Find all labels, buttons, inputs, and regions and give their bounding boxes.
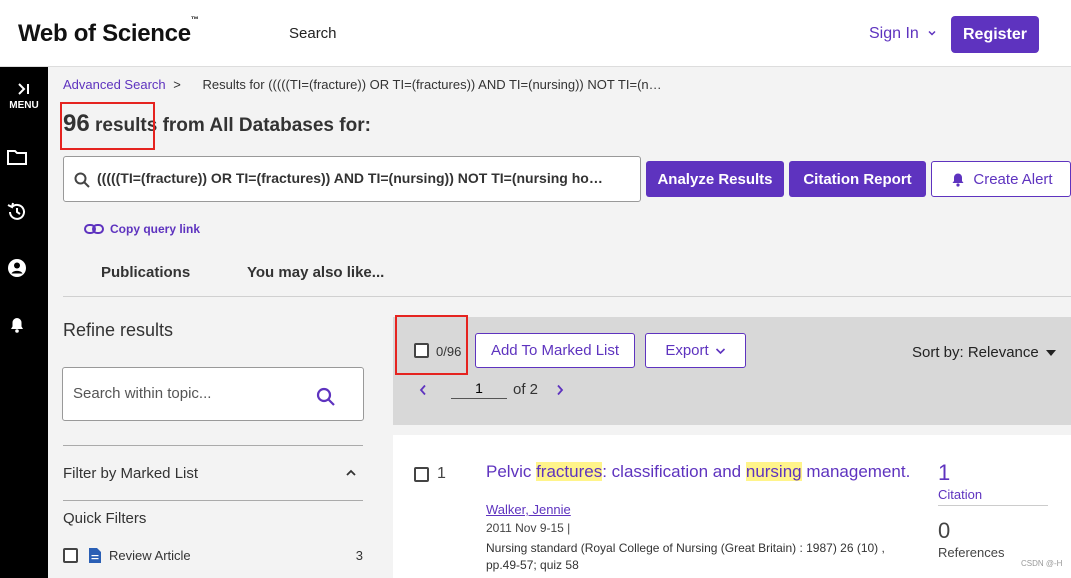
citation-report-button[interactable]: Citation Report	[789, 161, 926, 197]
breadcrumb-advanced-search[interactable]: Advanced Search	[63, 77, 166, 92]
title-part: : classification and	[602, 462, 746, 481]
caret-down-icon	[1045, 349, 1056, 356]
review-article-checkbox[interactable]	[63, 548, 78, 563]
chevron-down-icon	[715, 347, 725, 354]
page-of-total: of 2	[513, 381, 539, 398]
citation-label[interactable]: Citation	[938, 487, 1048, 506]
chevron-down-icon	[928, 30, 936, 36]
refine-divider-2	[63, 500, 363, 501]
title-part: management.	[801, 462, 911, 481]
folder-icon[interactable]	[6, 146, 28, 168]
annotation-box-selection	[395, 315, 468, 375]
previous-page-icon[interactable]	[419, 384, 427, 396]
watermark: CSDN @-H	[1021, 559, 1063, 568]
logo-trademark: ™	[190, 15, 199, 24]
bell-icon[interactable]	[6, 313, 28, 335]
sort-by-label: Sort by: Relevance	[912, 344, 1039, 361]
history-icon[interactable]	[6, 201, 28, 223]
quick-filters-title: Quick Filters	[63, 510, 147, 527]
analyze-results-button[interactable]: Analyze Results	[646, 161, 784, 197]
logo-text: Web of Science	[18, 20, 191, 47]
top-header: Web of Science™ Search Sign In Register	[0, 0, 1071, 67]
next-page-icon[interactable]	[556, 384, 564, 396]
side-navigation: MENU	[0, 67, 48, 578]
copy-query-link[interactable]: Copy query link	[84, 222, 200, 236]
record-author[interactable]: Walker, Jennie	[486, 502, 571, 517]
title-highlight: nursing	[745, 462, 802, 481]
link-icon	[84, 224, 104, 234]
result-record: 1 Pelvic fractures: classification and n…	[393, 435, 1071, 578]
expand-menu-icon	[18, 83, 29, 95]
search-icon[interactable]	[316, 387, 336, 407]
page-number-input[interactable]	[451, 380, 507, 399]
breadcrumb-current: Results for (((((TI=(fracture)) OR TI=(f…	[202, 77, 662, 92]
export-button[interactable]: Export	[645, 333, 746, 368]
annotation-box-results	[60, 102, 155, 150]
results-toolbar: 0/96 Add To Marked List Export Sort by: …	[393, 317, 1071, 425]
breadcrumb-separator: >	[173, 77, 181, 92]
search-within-topic	[62, 367, 364, 421]
register-button[interactable]: Register	[951, 16, 1039, 53]
tab-publications[interactable]: Publications	[101, 264, 190, 281]
review-article-count: 3	[355, 548, 363, 563]
menu-button[interactable]: MENU	[0, 83, 48, 112]
chevron-up-icon[interactable]	[345, 468, 357, 478]
sort-by-dropdown[interactable]: Sort by: Relevance	[912, 344, 1057, 361]
record-title[interactable]: Pelvic fractures: classification and nur…	[486, 462, 910, 482]
copy-query-link-label: Copy query link	[110, 222, 201, 236]
record-source: Nursing standard (Royal College of Nursi…	[486, 541, 885, 572]
account-icon[interactable]	[6, 257, 28, 279]
results-suffix: from All Databases for:	[162, 115, 371, 136]
nav-search-link[interactable]: Search	[289, 25, 337, 42]
export-label: Export	[665, 342, 709, 359]
menu-label: MENU	[9, 100, 39, 111]
record-number: 1	[437, 465, 446, 482]
query-text: (((((TI=(fracture)) OR TI=(fractures)) A…	[97, 170, 609, 186]
create-alert-label: Create Alert	[973, 170, 1053, 188]
bell-icon	[952, 173, 964, 187]
web-of-science-logo[interactable]: Web of Science™	[18, 15, 199, 48]
document-icon	[89, 548, 101, 563]
record-checkbox[interactable]	[414, 467, 429, 482]
query-box[interactable]: (((((TI=(fracture)) OR TI=(fractures)) A…	[63, 156, 641, 202]
sign-in-menu[interactable]: Sign In	[869, 25, 937, 43]
quick-filter-review-article[interactable]: Review Article 3	[63, 548, 363, 563]
references-count: 0	[938, 518, 951, 543]
filter-by-marked-list[interactable]: Filter by Marked List	[63, 465, 198, 482]
tabs-divider	[63, 296, 1071, 297]
review-article-label: Review Article	[109, 548, 191, 563]
breadcrumb: Advanced Search > Results for (((((TI=(f…	[63, 77, 662, 92]
refine-divider	[63, 445, 363, 446]
sign-in-label: Sign In	[869, 25, 919, 42]
tab-you-may-also-like[interactable]: You may also like...	[247, 264, 384, 281]
refine-results-title: Refine results	[63, 320, 174, 340]
record-date: 2011 Nov 9-15 |	[486, 521, 571, 535]
title-part: Pelvic	[486, 462, 537, 481]
search-within-topic-input[interactable]	[73, 385, 303, 402]
add-to-marked-list-button[interactable]: Add To Marked List	[475, 333, 635, 368]
title-highlight: fractures	[536, 462, 603, 481]
citation-count[interactable]: 1	[938, 460, 950, 486]
references-label: References	[938, 545, 1005, 560]
create-alert-button[interactable]: Create Alert	[931, 161, 1071, 197]
pagination: of 2	[419, 380, 564, 399]
search-icon	[74, 172, 90, 188]
